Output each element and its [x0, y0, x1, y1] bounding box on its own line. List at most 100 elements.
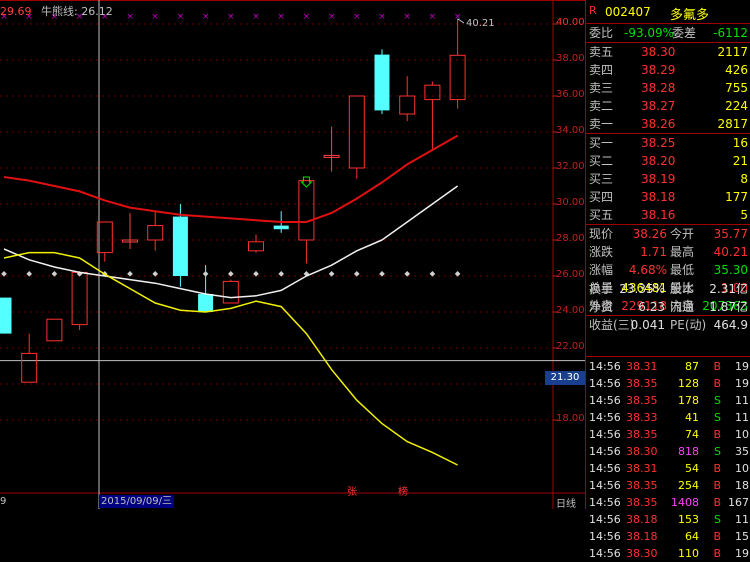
stat-row: 现价 38.26 今开 35.77 [586, 225, 750, 243]
bid-label: 买四 [589, 190, 614, 204]
kline-chart[interactable]: × × × × × × × × × × × × × × × × × × × 29.69 牛熊线: 26.12 40.… [0, 0, 585, 510]
bid-price: 38.16 [641, 208, 676, 222]
trade-price: 38.30 [626, 547, 658, 560]
trade-direction: B [713, 479, 721, 492]
top-marker: × [227, 12, 235, 22]
high-price-label: 40.21 [466, 18, 495, 29]
trade-row: 14:56 38.31 87 B 19 [586, 358, 750, 375]
stat-label: 最高 [670, 245, 695, 259]
stock-code: 002407 [605, 5, 651, 19]
trade-row: 14:56 38.30 818 S 35 [586, 443, 750, 460]
trade-row: 14:56 38.35 1408 B 167 [586, 494, 750, 511]
bid-label: 买三 [589, 172, 614, 186]
trade-direction: B [713, 496, 721, 509]
top-marker: × [151, 12, 159, 22]
candle-body [399, 95, 416, 115]
bull-bear-dot [1, 271, 7, 277]
stat2-value: 464.9 [713, 318, 748, 332]
stat-label: 涨跌 [589, 245, 614, 259]
trade-direction: B [713, 530, 721, 543]
trade-row: 14:56 38.35 254 B 18 [586, 477, 750, 494]
price-tick-label: 22.00 [556, 341, 585, 352]
bid-label: 买一 [589, 136, 614, 150]
trade-time: 14:56 [589, 530, 621, 543]
stat-row: 涨幅 4.68% 最低 35.30 [586, 261, 750, 279]
limit-up-marker[interactable]: 张 [347, 483, 357, 498]
trade-direction: B [713, 462, 721, 475]
trade-row: 14:56 38.18 153 S 11 [586, 511, 750, 528]
top-marker: × [429, 12, 437, 22]
trade-count: 167 [728, 496, 749, 509]
candle-body [46, 318, 63, 342]
bid-price: 38.25 [641, 136, 676, 150]
trade-price: 38.33 [626, 411, 658, 424]
ask-volume: 224 [725, 99, 748, 113]
dragon-tiger-marker[interactable]: 榜 [398, 483, 408, 498]
stat2-value: 0.041 [630, 318, 665, 332]
ask-price: 38.26 [641, 117, 676, 131]
trade-price: 38.18 [626, 530, 658, 543]
bull-bear-dot [429, 271, 436, 277]
bid-volume: 177 [725, 190, 748, 204]
candle-body [21, 352, 38, 383]
trade-row: 14:56 38.35 128 B 19 [586, 375, 750, 392]
candle-body [374, 54, 390, 111]
bid-row: 买三 38.19 8 [586, 170, 750, 188]
price-tick-label: 30.00 [556, 197, 585, 208]
trade-count: 19 [735, 547, 749, 560]
stat-value: 35.30 [713, 263, 748, 277]
ask-price: 38.27 [641, 99, 676, 113]
top-marker: × [277, 12, 285, 22]
candle-body [71, 271, 88, 326]
bull-bear-dot [253, 271, 259, 277]
weibi-row: 委比 -93.09% 委差 -6112 [586, 24, 750, 42]
ask-label: 卖四 [589, 63, 614, 77]
ask-row: 卖五 38.30 2117 [586, 43, 750, 61]
top-marker: × [177, 12, 185, 22]
trade-volume: 54 [685, 462, 699, 475]
trade-count: 35 [735, 445, 749, 458]
bull-bear-dot [454, 271, 461, 277]
bull-bear-dot [127, 271, 133, 277]
cursor-date-tag: 2015/09/09/三 [99, 495, 175, 508]
trade-time: 14:56 [589, 428, 621, 441]
price-tick-label: 38.00 [556, 53, 585, 64]
trade-time: 14:56 [589, 360, 621, 373]
top-marker: × [202, 12, 210, 22]
bid-volume: 8 [740, 172, 748, 186]
stat2-row: 换手 23.35% 股本 2.31亿 [586, 280, 750, 298]
ask-volume: 2817 [717, 117, 748, 131]
bid-price: 38.20 [641, 154, 676, 168]
trade-price: 38.35 [626, 377, 658, 390]
trade-time: 14:56 [589, 445, 621, 458]
quote-panel: R 002407 多氟多 委比 -93.09% 委差 -6112 卖五 38.30… [585, 0, 750, 560]
top-marker: × [252, 12, 260, 22]
buy-arrow-icon [300, 176, 313, 188]
stat-label: 最低 [670, 263, 695, 277]
weibi-label: 委比 [589, 26, 614, 40]
trade-price: 38.35 [626, 394, 658, 407]
ask-price: 38.28 [641, 81, 676, 95]
trade-volume: 64 [685, 530, 699, 543]
left-edge-label: 9 [0, 496, 7, 507]
trade-direction: S [714, 445, 721, 458]
bull-bear-dot [379, 271, 385, 277]
ask-label: 卖一 [589, 117, 614, 131]
candle-body [0, 297, 12, 334]
stat-label: 今开 [670, 227, 695, 241]
ask-row: 卖二 38.27 224 [586, 97, 750, 115]
bid-volume: 5 [740, 208, 748, 222]
kline-svg[interactable]: × × × × × × × × × × × × × × × × × × × [0, 0, 585, 509]
trade-price: 38.18 [626, 513, 658, 526]
stat-value: 38.26 [632, 227, 667, 241]
ask-price: 38.29 [641, 63, 676, 77]
top-marker: × [403, 12, 411, 22]
stat-value: 4.68% [628, 263, 667, 277]
stat2-value: 1.87亿 [709, 300, 748, 314]
stat2-row: 收益(三) 0.041 PE(动) 464.9 [586, 316, 750, 334]
trade-volume: 254 [678, 479, 699, 492]
timeframe-label[interactable]: 日线 [556, 495, 576, 510]
stat2-value: 2.31亿 [709, 282, 748, 296]
price-tick-label: 26.00 [556, 269, 585, 280]
ask-label: 卖五 [589, 45, 614, 59]
